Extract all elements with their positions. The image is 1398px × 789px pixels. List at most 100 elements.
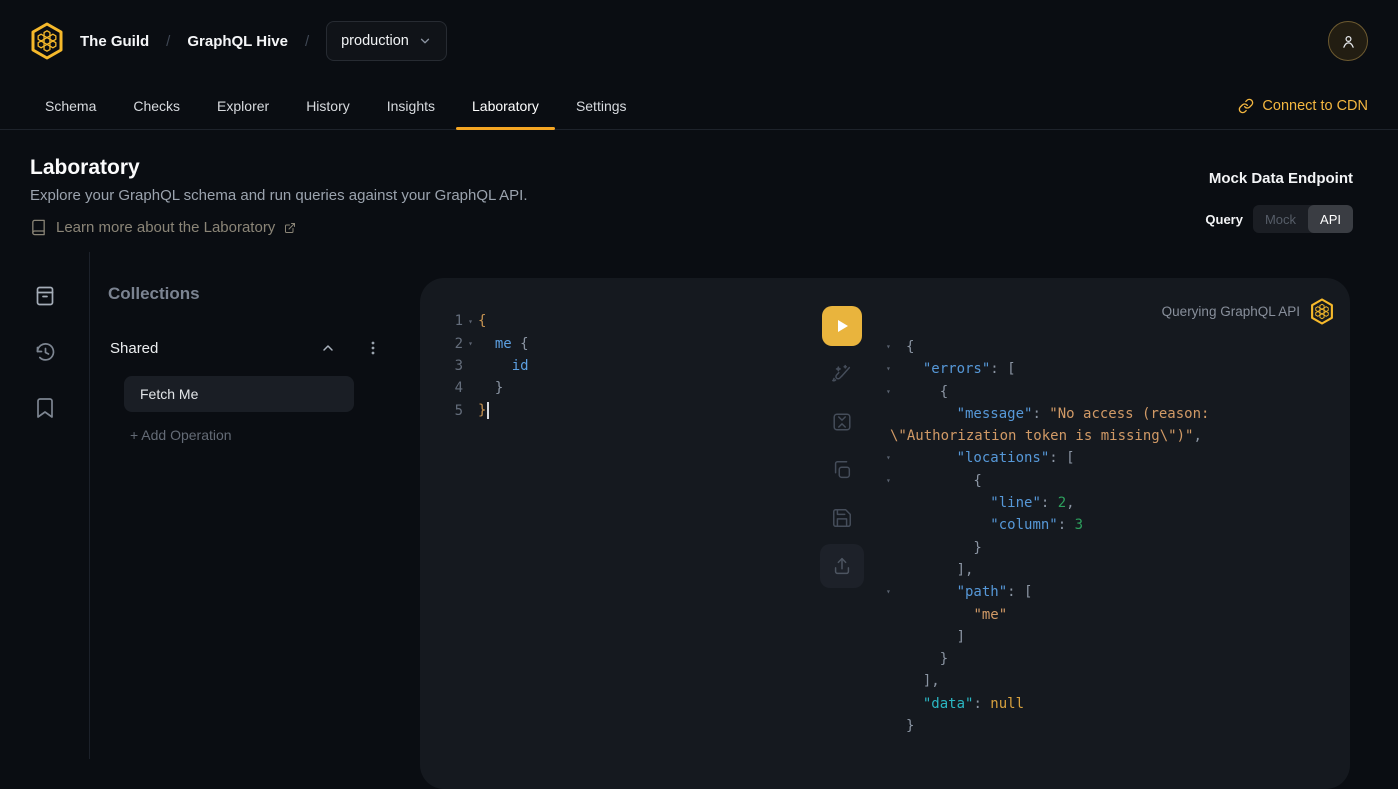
response-line: "line": 2, (880, 492, 1334, 514)
response-line: "column": 3 (880, 514, 1334, 536)
breadcrumb-org[interactable]: The Guild (80, 33, 149, 50)
response-json: ▾{▾ "errors": [▾ { "message": "No access… (880, 336, 1334, 737)
response-line: ], (880, 670, 1334, 692)
breadcrumb-separator: / (166, 33, 170, 50)
response-line: ▾ "path": [ (880, 581, 1334, 603)
top-bar: The Guild / GraphQL Hive / production (0, 0, 1398, 82)
share-icon (831, 555, 853, 577)
code-text: me { (478, 336, 529, 352)
operation-item-label: Fetch Me (140, 386, 198, 402)
page-header: Laboratory Explore your GraphQL schema a… (0, 130, 1398, 252)
project-nav: Schema Checks Explorer History Insights … (0, 82, 1398, 130)
hive-logo-icon (1310, 298, 1334, 325)
tab-explorer[interactable]: Explorer (201, 82, 285, 129)
fold-arrow-icon[interactable]: ▾ (463, 339, 478, 348)
learn-more-label: Learn more about the Laboratory (56, 219, 275, 236)
code-text: } (478, 402, 489, 419)
collection-group-label: Shared (110, 340, 158, 357)
hive-logo-icon[interactable] (30, 22, 64, 60)
fold-arrow-icon[interactable]: ▾ (463, 317, 478, 326)
text-cursor (487, 402, 489, 419)
collection-group-shared[interactable]: Shared (110, 338, 380, 358)
code-line: 3 id (437, 355, 529, 377)
code-text: id (478, 358, 529, 374)
fold-arrow-icon[interactable]: ▾ (886, 447, 898, 469)
response-caption-label: Querying GraphQL API (1162, 304, 1300, 319)
fold-arrow-icon[interactable]: ▾ (886, 336, 898, 358)
response-line: "me" (880, 604, 1334, 626)
line-number: 3 (437, 358, 463, 374)
save-icon[interactable] (830, 506, 854, 530)
play-icon (834, 318, 850, 334)
code-line: 2▾ me { (437, 332, 529, 354)
response-line: ▾ "locations": [ (880, 447, 1334, 469)
connect-to-cdn-label: Connect to CDN (1262, 98, 1368, 114)
response-line: } (880, 715, 1334, 737)
response-pane: Querying GraphQL API ▾{▾ "errors": [▾ { … (880, 298, 1334, 737)
target-selector-label: production (341, 33, 409, 49)
bookmark-icon[interactable] (33, 396, 57, 420)
tab-settings[interactable]: Settings (560, 82, 643, 129)
code-line: 1▾{ (437, 310, 529, 332)
collections-title: Collections (108, 284, 200, 304)
execute-query-button[interactable] (822, 306, 862, 346)
chevron-up-icon[interactable] (320, 340, 336, 356)
page-title: Laboratory (30, 156, 1353, 180)
merge-fragments-icon[interactable] (830, 410, 854, 434)
kebab-menu-icon[interactable] (366, 340, 380, 356)
tool-icon-strip (0, 252, 90, 759)
copy-query-icon[interactable] (830, 458, 854, 482)
fold-arrow-icon[interactable]: ▾ (886, 381, 898, 403)
endpoint-query-label: Query (1205, 212, 1243, 227)
mock-endpoint-title: Mock Data Endpoint (1205, 170, 1353, 187)
toggle-option-mock[interactable]: Mock (1253, 205, 1308, 233)
history-icon[interactable] (33, 340, 57, 364)
breadcrumb-project[interactable]: GraphQL Hive (187, 33, 288, 50)
book-icon (30, 219, 47, 236)
response-line: ], (880, 559, 1334, 581)
fold-arrow-icon[interactable]: ▾ (886, 581, 898, 603)
graphiql-editor-panel: 1▾{2▾ me {3 id4 }5} (420, 278, 1350, 789)
collections-icon[interactable] (33, 284, 57, 308)
tab-checks[interactable]: Checks (117, 82, 196, 129)
fold-arrow-icon[interactable]: ▾ (886, 358, 898, 380)
share-operation-button[interactable] (820, 544, 864, 588)
person-icon (1340, 33, 1357, 50)
response-line: ▾ "errors": [ (880, 358, 1334, 380)
endpoint-source-toggle: Mock API (1253, 205, 1353, 233)
response-line: "data": null (880, 693, 1334, 715)
prettify-icon[interactable] (830, 362, 854, 386)
external-link-icon (284, 222, 296, 234)
response-line: "message": "No access (reason: (880, 403, 1334, 425)
response-line: ▾{ (880, 336, 1334, 358)
learn-more-link[interactable]: Learn more about the Laboratory (30, 219, 296, 236)
toggle-option-api[interactable]: API (1308, 205, 1353, 233)
mock-endpoint-block: Mock Data Endpoint Query Mock API (1205, 170, 1353, 233)
line-number: 5 (437, 403, 463, 419)
response-line: ▾ { (880, 470, 1334, 492)
code-text: } (478, 380, 503, 396)
response-line: ▾ { (880, 381, 1334, 403)
editor-toolbar (822, 306, 862, 588)
line-number: 4 (437, 380, 463, 396)
operation-item-fetch-me[interactable]: Fetch Me (124, 376, 354, 412)
breadcrumb-separator: / (305, 33, 309, 50)
tab-history[interactable]: History (290, 82, 366, 129)
query-editor[interactable]: 1▾{2▾ me {3 id4 }5} (437, 310, 529, 422)
add-operation-button[interactable]: + Add Operation (130, 427, 232, 443)
tab-laboratory[interactable]: Laboratory (456, 82, 555, 129)
code-line: 5} (437, 400, 529, 422)
target-selector-button[interactable]: production (326, 21, 447, 61)
fold-arrow-icon[interactable]: ▾ (886, 470, 898, 492)
user-avatar[interactable] (1328, 21, 1368, 61)
laboratory-workspace: Collections Shared Fetch Me + Add Operat… (0, 252, 1398, 759)
app-root: The Guild / GraphQL Hive / production Sc… (0, 0, 1398, 759)
response-line: } (880, 537, 1334, 559)
code-text: { (478, 313, 486, 329)
response-line: ] (880, 626, 1334, 648)
link-icon (1238, 98, 1254, 114)
response-caption: Querying GraphQL API (880, 298, 1334, 324)
tab-schema[interactable]: Schema (29, 82, 112, 129)
tab-insights[interactable]: Insights (371, 82, 451, 129)
connect-to-cdn-link[interactable]: Connect to CDN (1238, 82, 1368, 129)
